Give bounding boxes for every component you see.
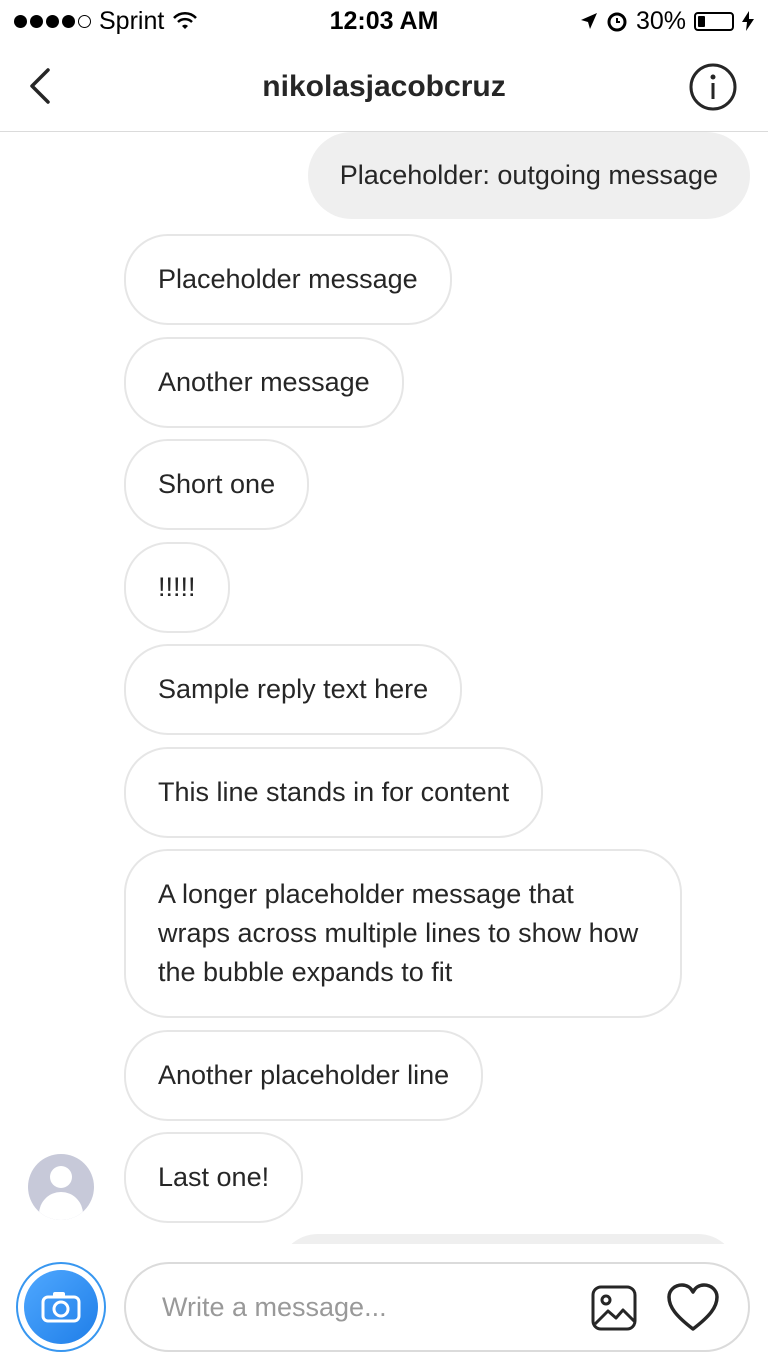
incoming-message[interactable]: Last one! — [124, 1132, 304, 1223]
info-button[interactable] — [688, 62, 738, 112]
message-composer — [0, 1250, 768, 1368]
incoming-message[interactable]: !!!!! — [124, 542, 230, 633]
status-bar: Sprint 12:03 AM 30% — [0, 0, 768, 42]
heart-icon[interactable] — [666, 1282, 720, 1334]
signal-strength-icon — [14, 14, 91, 28]
back-button[interactable] — [20, 64, 64, 108]
incoming-message[interactable]: Sample reply text here — [124, 644, 463, 735]
charging-bolt-icon — [742, 11, 754, 31]
chat-header: nikolasjacobcruz — [0, 42, 768, 132]
carrier-label: Sprint — [99, 6, 165, 35]
incoming-message[interactable]: Short one — [124, 439, 310, 530]
location-arrow-icon — [580, 13, 597, 29]
incoming-message[interactable]: A longer placeholder message that wraps … — [124, 849, 682, 1018]
message-field[interactable] — [124, 1262, 750, 1352]
battery-icon — [694, 11, 734, 31]
outgoing-message[interactable]: Placeholder: outgoing message — [307, 132, 750, 219]
camera-icon — [24, 1270, 98, 1344]
incoming-message[interactable]: Another message — [124, 337, 404, 428]
conversation-title[interactable]: nikolasjacobcruz — [262, 70, 505, 104]
incoming-message[interactable]: Another placeholder line — [124, 1030, 484, 1121]
wifi-icon — [173, 11, 198, 29]
image-icon[interactable] — [590, 1284, 638, 1332]
incoming-message[interactable]: Placeholder message — [124, 234, 452, 325]
battery-level — [698, 15, 705, 27]
battery-percent: 30% — [635, 6, 686, 35]
sender-avatar[interactable] — [28, 1154, 94, 1220]
message-thread[interactable]: Placeholder: outgoing message Placeholde… — [0, 132, 768, 1244]
message-input[interactable] — [162, 1264, 562, 1350]
camera-button[interactable] — [16, 1262, 106, 1352]
partial-outgoing-message — [278, 1234, 738, 1244]
incoming-message[interactable]: This line stands in for content — [124, 747, 544, 838]
alarm-icon — [607, 12, 627, 32]
dm-screen: Sprint 12:03 AM 30% nikolasjacobcruz Pla… — [0, 0, 768, 1368]
